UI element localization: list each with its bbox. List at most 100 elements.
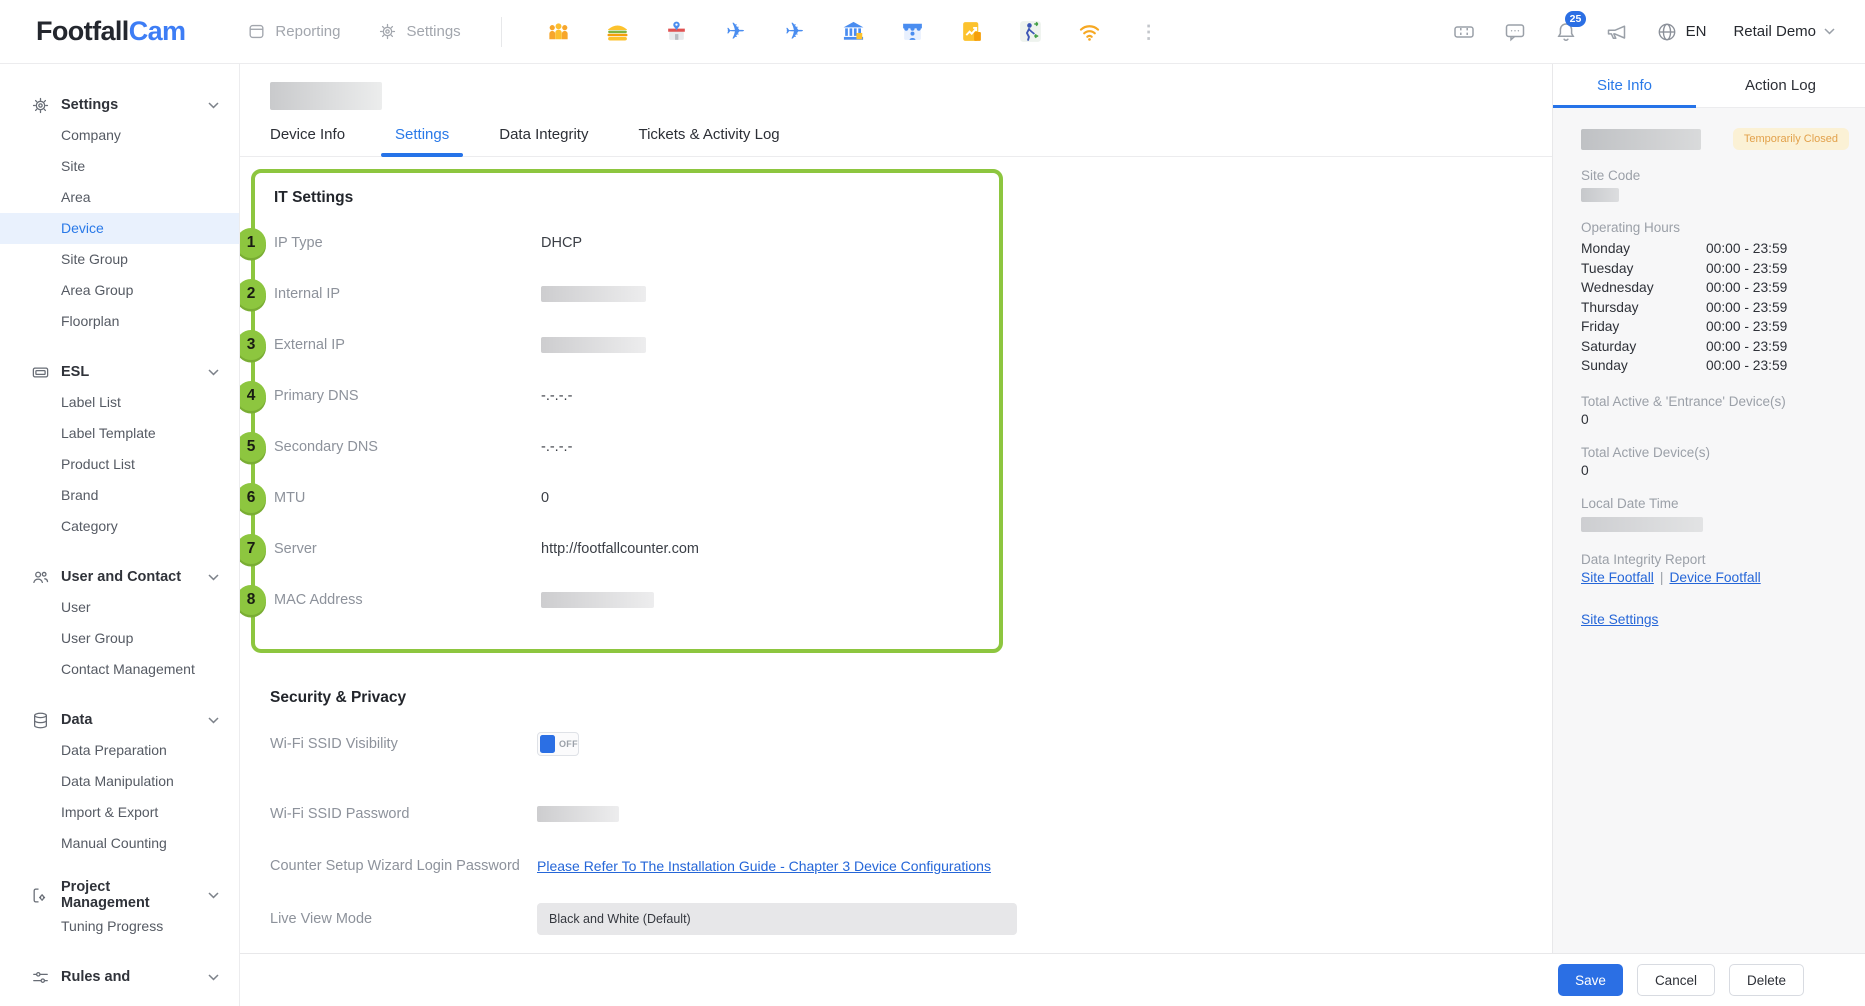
account-name: Retail Demo bbox=[1733, 23, 1816, 40]
field-label: Wi-Fi SSID Password bbox=[270, 806, 537, 822]
sidebar-section-rules: Rules and bbox=[0, 962, 239, 992]
sidebar-item-area[interactable]: Area bbox=[0, 182, 239, 213]
announcement-megaphone-icon[interactable] bbox=[1605, 20, 1629, 44]
sidebar-item-user-group[interactable]: User Group bbox=[0, 623, 239, 654]
airport-icon-2[interactable]: ✈ bbox=[782, 19, 808, 45]
redacted-value bbox=[541, 337, 646, 353]
people-counting-icon[interactable] bbox=[546, 19, 572, 45]
security-privacy-title: Security & Privacy bbox=[270, 689, 1552, 707]
sidebar-header-project-management[interactable]: Project Management bbox=[0, 879, 239, 911]
sidebar-item-site-group[interactable]: Site Group bbox=[0, 244, 239, 275]
live-view-mode-select[interactable]: Black and White (Default) bbox=[537, 903, 1017, 935]
status-badge: Temporarily Closed bbox=[1733, 128, 1849, 150]
site-settings-row: Site Settings bbox=[1581, 611, 1849, 629]
sidebar-section-esl: ESL Label List Label Template Product Li… bbox=[0, 357, 239, 542]
tab-device-info[interactable]: Device Info bbox=[270, 126, 345, 156]
store-location-icon[interactable] bbox=[664, 19, 690, 45]
wifi-icon[interactable] bbox=[1077, 19, 1103, 45]
account-menu[interactable]: Retail Demo bbox=[1733, 23, 1835, 40]
bank-icon[interactable] bbox=[841, 19, 867, 45]
sidebar-item-data-preparation[interactable]: Data Preparation bbox=[0, 735, 239, 766]
project-folder-icon bbox=[30, 885, 50, 905]
delete-button[interactable]: Delete bbox=[1729, 964, 1804, 996]
sidebar-item-manual-counting[interactable]: Manual Counting bbox=[0, 828, 239, 859]
globe-icon bbox=[1656, 21, 1678, 43]
installation-guide-link[interactable]: Please Refer To The Installation Guide -… bbox=[537, 858, 991, 874]
sidebar-item-area-group[interactable]: Area Group bbox=[0, 275, 239, 306]
sidebar-section-data: Data Data Preparation Data Manipulation … bbox=[0, 705, 239, 859]
form-row-server: 7 Server http://footfallcounter.com bbox=[255, 523, 999, 574]
day-label: Tuesday bbox=[1581, 261, 1706, 276]
redacted-value bbox=[537, 806, 619, 822]
tab-action-log[interactable]: Action Log bbox=[1696, 64, 1865, 107]
total-entrance-devices-value: 0 bbox=[1581, 412, 1849, 427]
day-label: Thursday bbox=[1581, 300, 1706, 315]
sidebar-item-import-export[interactable]: Import & Export bbox=[0, 797, 239, 828]
toggle-state-label: OFF bbox=[559, 739, 578, 749]
site-info-panel: Site Info Action Log Temporarily Closed … bbox=[1552, 64, 1865, 953]
sidebar-item-user[interactable]: User bbox=[0, 592, 239, 623]
field-value: 0 bbox=[541, 490, 549, 506]
sidebar-header-user-contact[interactable]: User and Contact bbox=[0, 562, 239, 592]
sidebar-item-contact-management[interactable]: Contact Management bbox=[0, 654, 239, 685]
field-value: -.-.-.- bbox=[541, 388, 572, 404]
ticket-icon[interactable] bbox=[1452, 20, 1476, 44]
tab-tickets-activity-log[interactable]: Tickets & Activity Log bbox=[638, 126, 779, 156]
footfallcam-logo[interactable]: FootfallCam bbox=[36, 16, 185, 47]
storefront-icon[interactable] bbox=[900, 19, 926, 45]
form-row-secondary-dns: 5 Secondary DNS -.-.-.- bbox=[255, 421, 999, 472]
sidebar-item-floorplan[interactable]: Floorplan bbox=[0, 306, 239, 337]
device-tabs: Device Info Settings Data Integrity Tick… bbox=[240, 126, 1552, 157]
tab-settings[interactable]: Settings bbox=[395, 126, 449, 156]
site-settings-link[interactable]: Site Settings bbox=[1581, 612, 1658, 627]
language-selector[interactable]: EN bbox=[1656, 21, 1707, 43]
sidebar-item-tuning-progress[interactable]: Tuning Progress bbox=[0, 911, 239, 942]
time-range: 00:00 - 23:59 bbox=[1706, 261, 1787, 276]
data-integrity-links: Site Footfall|Device Footfall bbox=[1581, 570, 1849, 585]
device-footfall-link[interactable]: Device Footfall bbox=[1669, 570, 1760, 585]
nav-settings[interactable]: Settings bbox=[378, 22, 460, 41]
nav-reporting[interactable]: Reporting bbox=[247, 22, 340, 41]
total-entrance-devices-label: Total Active & 'Entrance' Device(s) bbox=[1581, 394, 1849, 409]
day-label: Friday bbox=[1581, 319, 1706, 334]
sidebar-item-product-list[interactable]: Product List bbox=[0, 449, 239, 480]
sidebar-header-settings[interactable]: Settings bbox=[0, 90, 239, 120]
hours-row: Friday00:00 - 23:59 bbox=[1581, 317, 1849, 337]
day-label: Sunday bbox=[1581, 358, 1706, 373]
chevron-down-icon bbox=[1824, 28, 1835, 35]
sidebar-item-brand[interactable]: Brand bbox=[0, 480, 239, 511]
day-label: Wednesday bbox=[1581, 280, 1706, 295]
chat-icon[interactable] bbox=[1503, 20, 1527, 44]
cancel-button[interactable]: Cancel bbox=[1637, 964, 1715, 996]
wifi-ssid-visibility-toggle[interactable]: OFF bbox=[537, 732, 579, 756]
link-separator: | bbox=[1654, 570, 1670, 585]
sidebar-header-data[interactable]: Data bbox=[0, 705, 239, 735]
sidebar-section-label: Project Management bbox=[61, 879, 197, 911]
main-content: Device Info Settings Data Integrity Tick… bbox=[240, 64, 1552, 953]
hours-row: Monday00:00 - 23:59 bbox=[1581, 239, 1849, 259]
site-footfall-link[interactable]: Site Footfall bbox=[1581, 570, 1654, 585]
sidebar-item-device[interactable]: Device bbox=[0, 213, 239, 244]
airport-icon[interactable]: ✈ bbox=[723, 19, 749, 45]
sidebar-item-category[interactable]: Category bbox=[0, 511, 239, 542]
sidebar-header-esl[interactable]: ESL bbox=[0, 357, 239, 387]
day-label: Monday bbox=[1581, 241, 1706, 256]
sidebar-item-data-manipulation[interactable]: Data Manipulation bbox=[0, 766, 239, 797]
sidebar-item-label-list[interactable]: Label List bbox=[0, 387, 239, 418]
more-options-icon[interactable]: ⋮ bbox=[1136, 19, 1162, 45]
tab-site-info[interactable]: Site Info bbox=[1553, 64, 1696, 107]
footfall-flow-icon[interactable] bbox=[1018, 19, 1044, 45]
report-chart-icon[interactable] bbox=[959, 19, 985, 45]
sidebar-section-label: Data bbox=[61, 712, 197, 728]
time-range: 00:00 - 23:59 bbox=[1706, 339, 1787, 354]
notifications-bell-icon[interactable]: 25 bbox=[1554, 20, 1578, 44]
sidebar-item-site[interactable]: Site bbox=[0, 151, 239, 182]
food-beverage-icon[interactable] bbox=[605, 19, 631, 45]
sidebar-item-company[interactable]: Company bbox=[0, 120, 239, 151]
save-button[interactable]: Save bbox=[1558, 964, 1623, 996]
sidebar-item-label-template[interactable]: Label Template bbox=[0, 418, 239, 449]
chevron-down-icon bbox=[208, 574, 219, 581]
field-label: Primary DNS bbox=[274, 388, 541, 404]
sidebar-header-rules[interactable]: Rules and bbox=[0, 962, 239, 992]
tab-data-integrity[interactable]: Data Integrity bbox=[499, 126, 588, 156]
